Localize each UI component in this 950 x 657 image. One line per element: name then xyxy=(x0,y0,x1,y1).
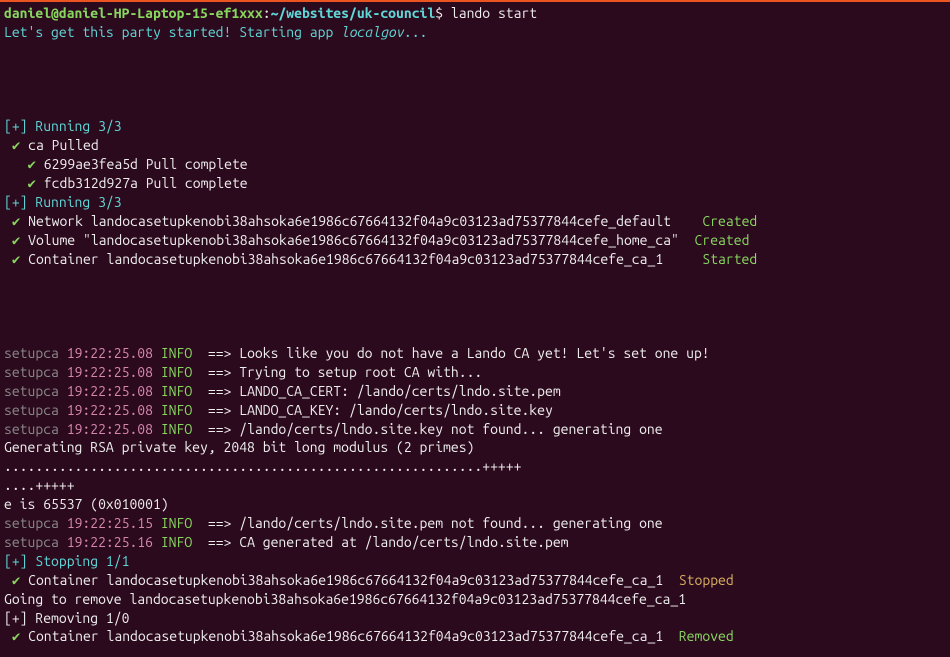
pull-text: 6299ae3fea5d Pull complete xyxy=(44,156,248,172)
pull-text: fcdb312d927a Pull complete xyxy=(44,175,248,191)
log-level: INFO xyxy=(161,515,200,531)
log-level: INFO xyxy=(161,345,200,361)
startup-text: Let's get this party started! Starting a… xyxy=(4,24,341,40)
log-service: setupca xyxy=(4,383,67,399)
log-msg: ==> LANDO_CA_CERT: /lando/certs/lndo.sit… xyxy=(200,383,561,399)
log-line: setupca 19:22:25.15 INFO ==> /lando/cert… xyxy=(4,514,946,533)
resource-name: landocasetupkenobi38ahsoka6e1986c6766413… xyxy=(91,213,703,229)
status-created: Created xyxy=(702,213,757,229)
log-line: setupca 19:22:25.16 INFO ==> CA generate… xyxy=(4,533,946,552)
log-msg: ==> /lando/certs/lndo.site.pem not found… xyxy=(200,515,663,531)
log-service: setupca xyxy=(4,515,67,531)
resource-type: Container xyxy=(28,628,106,644)
check-icon: ✔ xyxy=(4,572,28,588)
status-created: Created xyxy=(695,232,750,248)
container-remove-line: ✔ Container landocasetupkenobi38ahsoka6e… xyxy=(4,627,946,646)
command: lando start xyxy=(451,5,537,21)
log-time: 19:22:25.08 xyxy=(67,383,161,399)
log-time: 19:22:25.08 xyxy=(67,345,161,361)
startup-suffix: ... xyxy=(404,24,428,40)
log-msg: ==> Looks like you do not have a Lando C… xyxy=(200,345,710,361)
log-time: 19:22:25.08 xyxy=(67,402,161,418)
running-header-2: [+] Running 3/3 xyxy=(4,193,946,212)
status-removed: Removed xyxy=(679,628,734,644)
log-service: setupca xyxy=(4,364,67,380)
app-name: localgov xyxy=(341,24,404,40)
startup-line: Let's get this party started! Starting a… xyxy=(4,23,946,42)
check-icon: ✔ xyxy=(4,137,28,153)
log-time: 19:22:25.08 xyxy=(67,421,161,437)
resource-type: Network xyxy=(28,213,91,229)
network-line: ✔ Network landocasetupkenobi38ahsoka6e19… xyxy=(4,212,946,231)
rsa-exponent: e is 65537 (0x010001) xyxy=(4,495,946,514)
log-msg: ==> /lando/certs/lndo.site.key not found… xyxy=(200,421,663,437)
log-level: INFO xyxy=(161,364,200,380)
volume-line: ✔ Volume "landocasetupkenobi38ahsoka6e19… xyxy=(4,231,946,250)
check-icon: ✔ xyxy=(4,251,28,267)
prompt-line[interactable]: daniel@daniel-HP-Laptop-15-ef1xxx:~/webs… xyxy=(4,4,946,23)
rsa-line: Generating RSA private key, 2048 bit lon… xyxy=(4,438,946,457)
pull-line-1: ✔ ca Pulled xyxy=(4,136,946,155)
rsa-dots: ........................................… xyxy=(4,457,946,476)
log-msg: ==> CA generated at /lando/certs/lndo.si… xyxy=(200,534,568,550)
log-service: setupca xyxy=(4,402,67,418)
pull-line-2: ✔ 6299ae3fea5d Pull complete xyxy=(4,155,946,174)
check-icon: ✔ xyxy=(4,175,44,191)
log-time: 19:22:25.16 xyxy=(67,534,161,550)
pull-text: ca Pulled xyxy=(28,137,99,153)
log-level: INFO xyxy=(161,383,200,399)
terminal-output: daniel@daniel-HP-Laptop-15-ef1xxx:~/webs… xyxy=(4,4,946,646)
stopping-header: [+] Stopping 1/1 xyxy=(4,552,946,571)
removing-header: [+] Removing 1/0 xyxy=(4,609,946,628)
status-started: Started xyxy=(702,251,757,267)
pull-line-3: ✔ fcdb312d927a Pull complete xyxy=(4,174,946,193)
log-line: setupca 19:22:25.08 INFO ==> Looks like … xyxy=(4,344,946,363)
log-time: 19:22:25.15 xyxy=(67,515,161,531)
resource-type: Container xyxy=(28,251,106,267)
container-line: ✔ Container landocasetupkenobi38ahsoka6e… xyxy=(4,250,946,269)
log-level: INFO xyxy=(161,421,200,437)
resource-name: landocasetupkenobi38ahsoka6e1986c6766413… xyxy=(107,251,703,267)
remove-notice: Going to remove landocasetupkenobi38ahso… xyxy=(4,590,946,609)
running-header-1: [+] Running 3/3 xyxy=(4,117,946,136)
log-service: setupca xyxy=(4,534,67,550)
log-time: 19:22:25.08 xyxy=(67,364,161,380)
check-icon: ✔ xyxy=(4,213,28,229)
colon: : xyxy=(263,5,271,21)
log-level: INFO xyxy=(161,534,200,550)
resource-type: Container xyxy=(28,572,106,588)
check-icon: ✔ xyxy=(4,156,44,172)
resource-name: landocasetupkenobi38ahsoka6e1986c6766413… xyxy=(107,572,679,588)
dollar: $ xyxy=(435,5,451,21)
status-stopped: Stopped xyxy=(679,572,734,588)
log-msg: ==> LANDO_CA_KEY: /lando/certs/lndo.site… xyxy=(200,402,553,418)
log-line: setupca 19:22:25.08 INFO ==> LANDO_CA_KE… xyxy=(4,401,946,420)
log-line: setupca 19:22:25.08 INFO ==> Trying to s… xyxy=(4,363,946,382)
rsa-dots: ....+++++ xyxy=(4,476,946,495)
check-icon: ✔ xyxy=(4,628,28,644)
log-line: setupca 19:22:25.08 INFO ==> /lando/cert… xyxy=(4,420,946,439)
log-msg: ==> Trying to setup root CA with... xyxy=(200,364,482,380)
resource-name: "landocasetupkenobi38ahsoka6e1986c676641… xyxy=(83,232,695,248)
check-icon: ✔ xyxy=(4,232,28,248)
path: ~/websites/uk-council xyxy=(271,5,436,21)
log-service: setupca xyxy=(4,421,67,437)
resource-name: landocasetupkenobi38ahsoka6e1986c6766413… xyxy=(107,628,679,644)
log-service: setupca xyxy=(4,345,67,361)
resource-type: Volume xyxy=(28,232,83,248)
container-stop-line: ✔ Container landocasetupkenobi38ahsoka6e… xyxy=(4,571,946,590)
log-line: setupca 19:22:25.08 INFO ==> LANDO_CA_CE… xyxy=(4,382,946,401)
log-level: INFO xyxy=(161,402,200,418)
user-host: daniel@daniel-HP-Laptop-15-ef1xxx xyxy=(4,5,263,21)
